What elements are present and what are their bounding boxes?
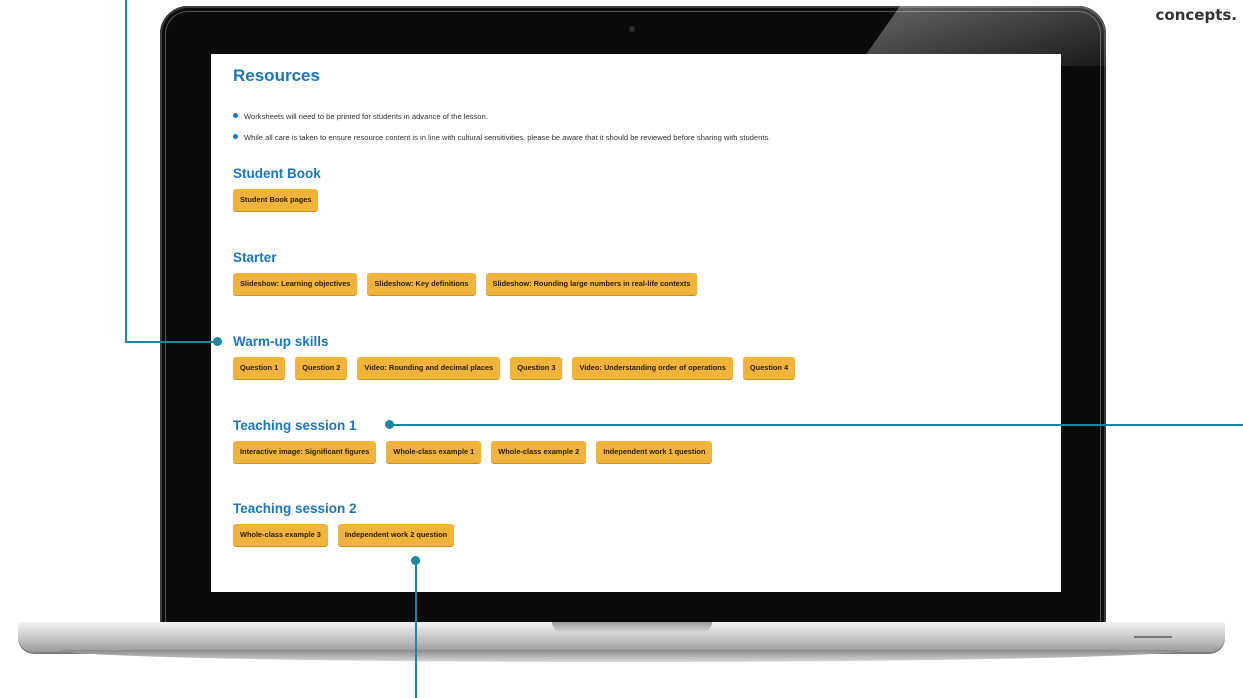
independent-work-1-button[interactable]: Independent work 1 question xyxy=(596,441,713,463)
resource-note: While all care is taken to ensure resour… xyxy=(233,133,1053,154)
resource-note: Worksheets will need to be printed for s… xyxy=(233,112,1053,133)
whole-class-example-1-button[interactable]: Whole-class example 1 xyxy=(386,441,482,463)
section-heading: Teaching session 2 xyxy=(233,501,357,516)
video-order-of-operations-button[interactable]: Video: Understanding order of operations xyxy=(572,357,733,379)
student-book-pages-button[interactable]: Student Book pages xyxy=(233,189,319,211)
question-2-button[interactable]: Question 2 xyxy=(295,357,348,379)
callout-line xyxy=(415,560,417,698)
callout-line xyxy=(392,424,1243,426)
question-4-button[interactable]: Question 4 xyxy=(742,357,796,379)
question-3-button[interactable]: Question 3 xyxy=(510,357,563,379)
section-starter: Starter Slideshow: Learning objectives S… xyxy=(233,250,698,295)
independent-work-2-button[interactable]: Independent work 2 question xyxy=(337,524,455,546)
resource-note-text: While all care is taken to ensure resour… xyxy=(244,133,771,142)
question-1-button[interactable]: Question 1 xyxy=(233,357,286,379)
resource-note-text: Worksheets will need to be printed for s… xyxy=(244,112,488,121)
section-heading: Student Book xyxy=(233,166,321,181)
callout-line xyxy=(125,341,217,343)
webcam-icon xyxy=(629,26,635,32)
video-rounding-button[interactable]: Video: Rounding and decimal places xyxy=(357,357,501,379)
laptop-base-underside xyxy=(60,650,1183,662)
section-heading: Starter xyxy=(233,250,277,265)
section-teaching-session-2: Teaching session 2 Whole-class example 3… xyxy=(233,501,455,546)
whole-class-example-2-button[interactable]: Whole-class example 2 xyxy=(491,441,587,463)
laptop-vent xyxy=(1134,636,1172,638)
whole-class-example-3-button[interactable]: Whole-class example 3 xyxy=(233,524,328,546)
section-student-book: Student Book Student Book pages xyxy=(233,166,321,211)
slideshow-key-definitions-button[interactable]: Slideshow: Key definitions xyxy=(367,273,476,295)
resource-notes: Worksheets will need to be printed for s… xyxy=(233,112,1053,154)
callout-dot xyxy=(385,420,394,429)
slideshow-rounding-large-numbers-button[interactable]: Slideshow: Rounding large numbers in rea… xyxy=(485,273,698,295)
callout-line xyxy=(125,0,127,342)
laptop-notch xyxy=(552,622,712,632)
resources-title: Resources xyxy=(233,66,320,85)
section-heading: Warm-up skills xyxy=(233,334,329,349)
slideshow-learning-objectives-button[interactable]: Slideshow: Learning objectives xyxy=(233,273,358,295)
callout-dot xyxy=(213,337,222,346)
section-warm-up-skills: Warm-up skills Question 1 Question 2 Vid… xyxy=(233,334,796,379)
corner-text: concepts. xyxy=(1155,6,1237,24)
interactive-image-button[interactable]: Interactive image: Significant figures xyxy=(233,441,377,463)
bullet-icon xyxy=(233,113,238,118)
callout-dot xyxy=(411,556,420,565)
screen: Resources Worksheets will need to be pri… xyxy=(211,54,1061,592)
bullet-icon xyxy=(233,134,238,139)
